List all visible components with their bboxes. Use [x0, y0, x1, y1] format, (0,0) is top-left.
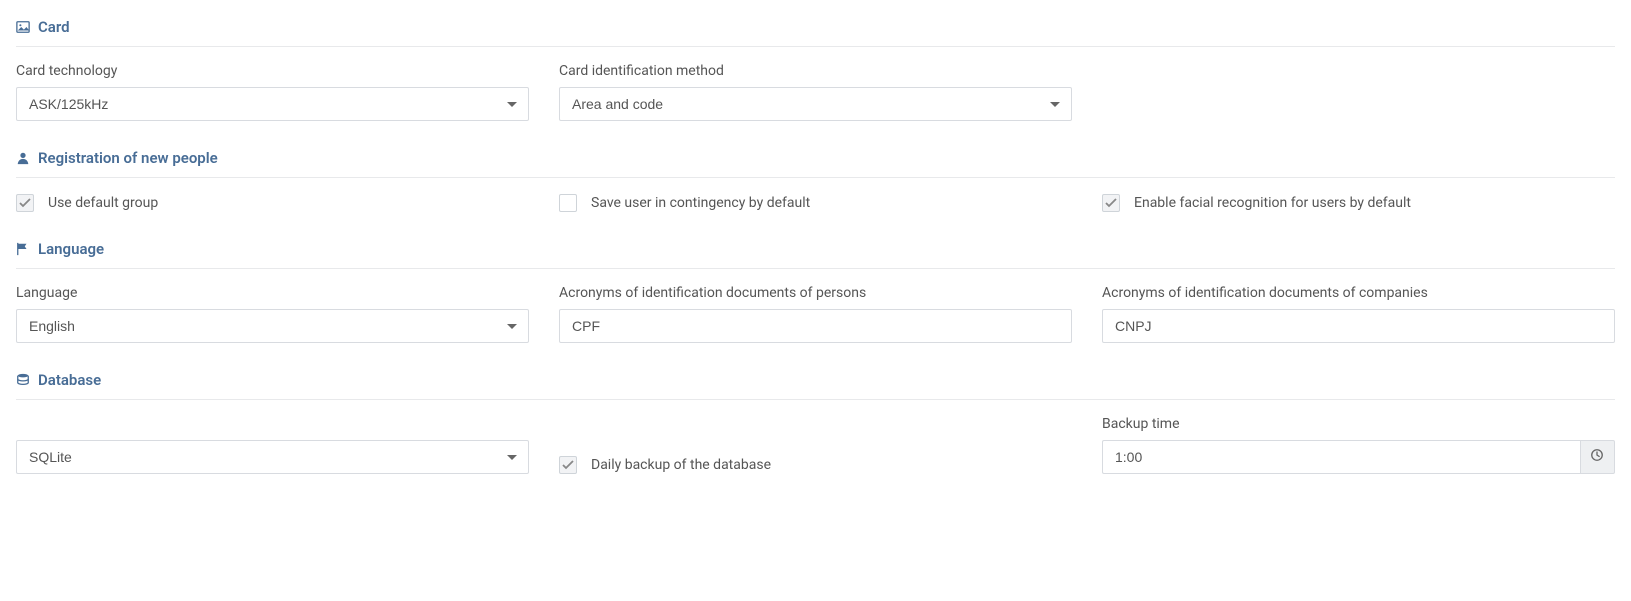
card-idmethod-select[interactable]: Area and code: [559, 87, 1072, 121]
language-select[interactable]: English: [16, 309, 529, 343]
section-card: Card Card technology ASK/125kHz Card ide…: [16, 18, 1615, 121]
save-contingency-label: Save user in contingency by default: [591, 195, 810, 211]
user-icon: [16, 151, 30, 165]
persons-doc-input[interactable]: [559, 309, 1072, 343]
flag-icon: [16, 242, 30, 256]
use-default-group-checkbox[interactable]: [16, 194, 34, 212]
image-icon: [16, 20, 30, 34]
database-engine-select[interactable]: SQLite: [16, 440, 529, 474]
section-language-title: Language: [38, 240, 104, 258]
daily-backup-label: Daily backup of the database: [591, 457, 771, 473]
section-card-title: Card: [38, 18, 70, 36]
save-contingency-checkbox[interactable]: [559, 194, 577, 212]
enable-facial-checkbox[interactable]: [1102, 194, 1120, 212]
section-card-header: Card: [16, 18, 1615, 47]
section-database: Database SQLite Daily backup of the data…: [16, 371, 1615, 474]
companies-doc-input[interactable]: [1102, 309, 1615, 343]
section-language: Language Language English Acronyms of id…: [16, 240, 1615, 343]
backup-time-input[interactable]: [1102, 440, 1580, 474]
section-language-header: Language: [16, 240, 1615, 269]
persons-doc-label: Acronyms of identification documents of …: [559, 285, 1072, 301]
section-database-title: Database: [38, 371, 101, 389]
backup-time-label: Backup time: [1102, 416, 1615, 432]
section-registration: Registration of new people Use default g…: [16, 149, 1615, 212]
section-database-header: Database: [16, 371, 1615, 400]
clock-addon-button[interactable]: [1580, 440, 1615, 474]
daily-backup-checkbox[interactable]: [559, 456, 577, 474]
card-technology-label: Card technology: [16, 63, 529, 79]
clock-icon: [1590, 448, 1604, 466]
use-default-group-label: Use default group: [48, 195, 158, 211]
section-registration-header: Registration of new people: [16, 149, 1615, 178]
section-registration-title: Registration of new people: [38, 149, 218, 167]
language-label: Language: [16, 285, 529, 301]
card-technology-select[interactable]: ASK/125kHz: [16, 87, 529, 121]
database-icon: [16, 373, 30, 387]
card-idmethod-label: Card identification method: [559, 63, 1072, 79]
companies-doc-label: Acronyms of identification documents of …: [1102, 285, 1615, 301]
enable-facial-label: Enable facial recognition for users by d…: [1134, 195, 1411, 211]
